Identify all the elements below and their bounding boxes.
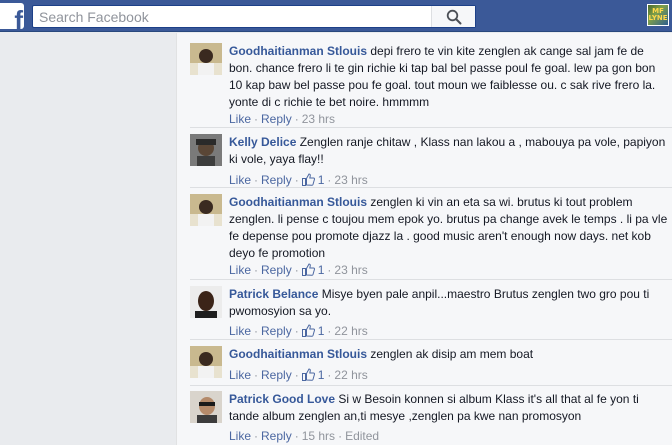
like-link[interactable]: Like bbox=[229, 324, 251, 338]
reply-link[interactable]: Reply bbox=[261, 112, 292, 126]
like-thumb-icon bbox=[301, 263, 315, 276]
timestamp[interactable]: 23 hrs bbox=[334, 263, 367, 277]
like-thumb-icon bbox=[301, 368, 315, 381]
comment-actions: Like · Reply · 15 hrs · Edited bbox=[229, 429, 380, 443]
like-link[interactable]: Like bbox=[229, 173, 251, 187]
avatar[interactable] bbox=[190, 391, 222, 423]
comment-body: Patrick Belance Misye byen pale anpil...… bbox=[229, 286, 669, 320]
comment-actions: Like · Reply · 23 hrs bbox=[229, 112, 336, 126]
comment-body: Goodhaitianman Stlouis depi frero te vin… bbox=[229, 43, 669, 111]
timestamp[interactable]: 15 hrs bbox=[302, 429, 335, 443]
reply-link[interactable]: Reply bbox=[261, 263, 292, 277]
comment-divider bbox=[190, 187, 672, 188]
avatar[interactable] bbox=[190, 134, 222, 166]
like-thumb-icon bbox=[301, 324, 315, 337]
comment-author-link[interactable]: Patrick Belance bbox=[229, 287, 318, 301]
search-input[interactable] bbox=[33, 6, 433, 27]
reply-link[interactable]: Reply bbox=[261, 368, 292, 382]
reply-link[interactable]: Reply bbox=[261, 173, 292, 187]
avatar[interactable] bbox=[190, 346, 222, 378]
comment-text: zenglen ak disip am mem boat bbox=[370, 347, 534, 361]
search-icon bbox=[446, 9, 461, 24]
like-link[interactable]: Like bbox=[229, 429, 251, 443]
comment-actions: Like · Reply · 1 · 23 hrs bbox=[229, 263, 368, 277]
comment-divider bbox=[190, 127, 672, 128]
left-gutter bbox=[0, 33, 176, 445]
timestamp[interactable]: 22 hrs bbox=[334, 368, 367, 382]
comment-body: Goodhaitianman Stlouis zenglen ki vin an… bbox=[229, 194, 669, 262]
profile-thumbnail[interactable]: MF LYNE bbox=[647, 4, 669, 26]
comment-body: Goodhaitianman Stlouis zenglen ak disip … bbox=[229, 346, 669, 363]
avatar[interactable] bbox=[190, 43, 222, 75]
like-link[interactable]: Like bbox=[229, 112, 251, 126]
like-link[interactable]: Like bbox=[229, 263, 251, 277]
edited-label[interactable]: Edited bbox=[345, 429, 379, 443]
comment-actions: Like · Reply · 1 · 22 hrs bbox=[229, 368, 368, 382]
reply-link[interactable]: Reply bbox=[261, 429, 292, 443]
timestamp[interactable]: 23 hrs bbox=[302, 112, 335, 126]
comment-actions: Like · Reply · 1 · 23 hrs bbox=[229, 173, 368, 187]
comment-body: Kelly Delice Zenglen ranje chitaw , Klas… bbox=[229, 134, 669, 168]
comment-body: Patrick Good Love Si w Besoin konnen si … bbox=[229, 391, 669, 425]
avatar[interactable] bbox=[190, 286, 222, 318]
comment-divider bbox=[190, 385, 672, 386]
search-button[interactable] bbox=[431, 6, 475, 27]
comment-author-link[interactable]: Patrick Good Love bbox=[229, 392, 335, 406]
comment-actions: Like · Reply · 1 · 22 hrs bbox=[229, 324, 368, 338]
timestamp[interactable]: 23 hrs bbox=[334, 173, 367, 187]
comment-divider bbox=[190, 339, 672, 340]
like-thumb-icon bbox=[301, 173, 315, 186]
top-bar: f MF LYNE bbox=[0, 0, 672, 32]
like-link[interactable]: Like bbox=[229, 368, 251, 382]
reply-link[interactable]: Reply bbox=[261, 324, 292, 338]
facebook-logo-icon[interactable]: f bbox=[0, 3, 24, 29]
comment-divider bbox=[190, 279, 672, 280]
comment-author-link[interactable]: Kelly Delice bbox=[229, 135, 296, 149]
avatar[interactable] bbox=[190, 194, 222, 226]
comment-author-link[interactable]: Goodhaitianman Stlouis bbox=[229, 347, 367, 361]
search-box bbox=[32, 5, 476, 28]
comment-author-link[interactable]: Goodhaitianman Stlouis bbox=[229, 195, 367, 209]
timestamp[interactable]: 22 hrs bbox=[334, 324, 367, 338]
comment-author-link[interactable]: Goodhaitianman Stlouis bbox=[229, 44, 367, 58]
